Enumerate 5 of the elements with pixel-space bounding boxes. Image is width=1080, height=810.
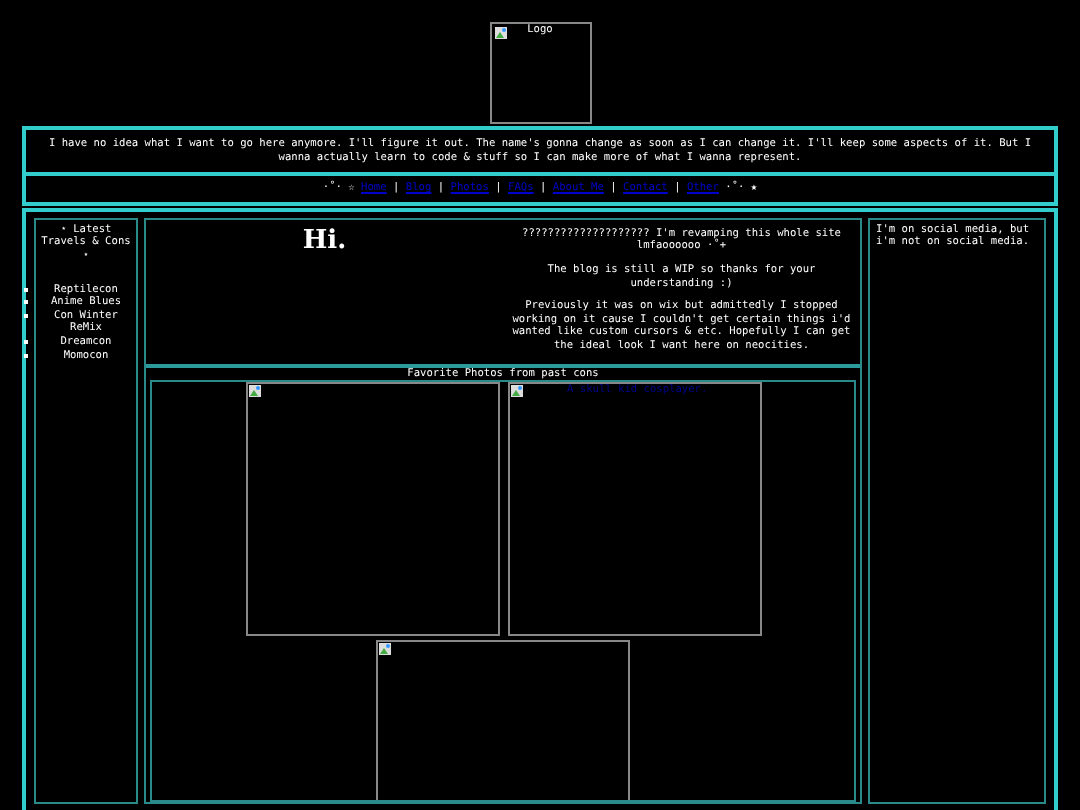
broken-image-icon bbox=[493, 26, 507, 40]
broken-image-icon bbox=[378, 642, 392, 657]
broken-image-icon bbox=[509, 384, 523, 399]
page-heading: Hi. bbox=[302, 227, 347, 260]
broken-image-icon bbox=[247, 384, 261, 399]
